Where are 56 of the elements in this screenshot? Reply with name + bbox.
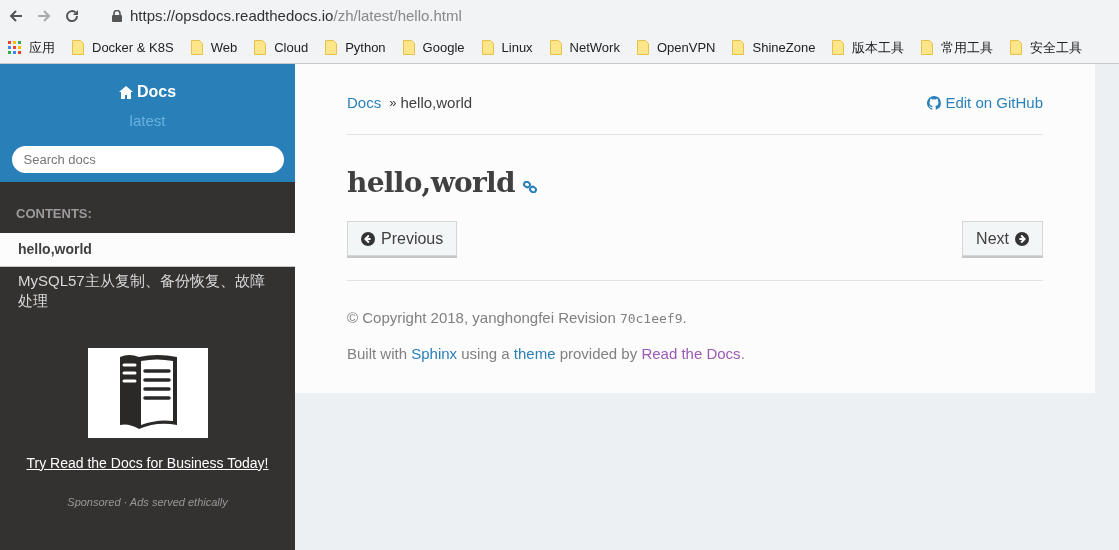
folder-icon [72,40,84,55]
footer-link[interactable]: theme [513,344,556,362]
url-text: https://opsdocs.readthedocs.io/zh/latest/hello.html [130,5,462,26]
bookmark-item[interactable]: ShineZone [732,37,816,58]
docs-home-link[interactable]: Docs [136,80,177,104]
edit-on-github-link[interactable]: Edit on GitHub [927,91,1043,115]
bookmark-item[interactable]: Docker & K8S [72,37,174,58]
breadcrumb-separator: » [389,94,397,113]
breadcrumb-link[interactable]: Docs [347,91,382,115]
bookmark-item[interactable]: NetWork [549,37,620,58]
previous-button[interactable]: Previous [347,221,458,256]
folder-icon [325,40,338,55]
breadcrumb-current: hello,world [400,92,473,113]
contents-caption: CONTENTS: [16,205,93,223]
folder-icon [481,40,494,55]
version-label: latest [129,111,166,131]
bookmark-item[interactable]: 安全工具 [1010,37,1083,58]
bookmark-item[interactable]: 版本工具 [832,37,905,58]
lock-icon [112,10,122,22]
search-field[interactable]: Search docs [11,145,284,173]
footer-link[interactable]: Sphinx [411,344,458,362]
folder-icon [254,40,267,55]
bookmark-item[interactable]: OpenVPN [636,37,716,58]
folder-icon [1010,40,1023,55]
apps-shortcut[interactable]: 应用 [8,37,55,58]
next-button[interactable]: Next [962,221,1043,256]
folder-icon [921,40,934,55]
built-with-text: Built with Sphinx using a theme provided by Read the Docs. [347,343,746,364]
apps-grid-icon [8,41,21,54]
copyright-text: © Copyright 2018, yanghongfei Revision 70c1eef9. [347,308,688,328]
right-arrow-circle-icon [1015,231,1029,246]
left-arrow-circle-icon [361,231,375,246]
bookmark-item[interactable]: Web [190,37,238,58]
github-icon [927,96,942,110]
folder-icon [402,40,415,55]
folder-icon [190,40,203,55]
footer-link[interactable]: Read the Docs [641,344,741,362]
bookmark-item[interactable]: 常用工具 [921,37,994,58]
ad-link[interactable]: Try Read the Docs for Business Today! [26,452,269,474]
toc-item[interactable]: hello,world [0,232,295,267]
toc-item[interactable]: MySQL57主从复制、备份恢复、故障处理 [0,266,295,315]
home-icon [118,85,133,99]
link-icon[interactable] [522,181,537,193]
ad-note: Sponsored · Ads served ethically [67,494,228,510]
bookmark-item[interactable]: Linux [481,37,533,58]
folder-icon [732,40,745,55]
bookmark-item[interactable]: Cloud [254,37,309,58]
reload-icon[interactable] [64,8,80,24]
back-icon[interactable] [8,8,24,24]
bookmark-item[interactable]: Python [325,37,386,58]
folder-icon [832,40,845,55]
address-bar[interactable]: https://opsdocs.readthedocs.io/zh/latest/hello.html [100,3,700,29]
bookmark-item[interactable]: Google [402,37,465,58]
folder-icon [549,40,562,55]
page-heading: hello,world [347,165,515,201]
folder-icon [636,40,649,55]
